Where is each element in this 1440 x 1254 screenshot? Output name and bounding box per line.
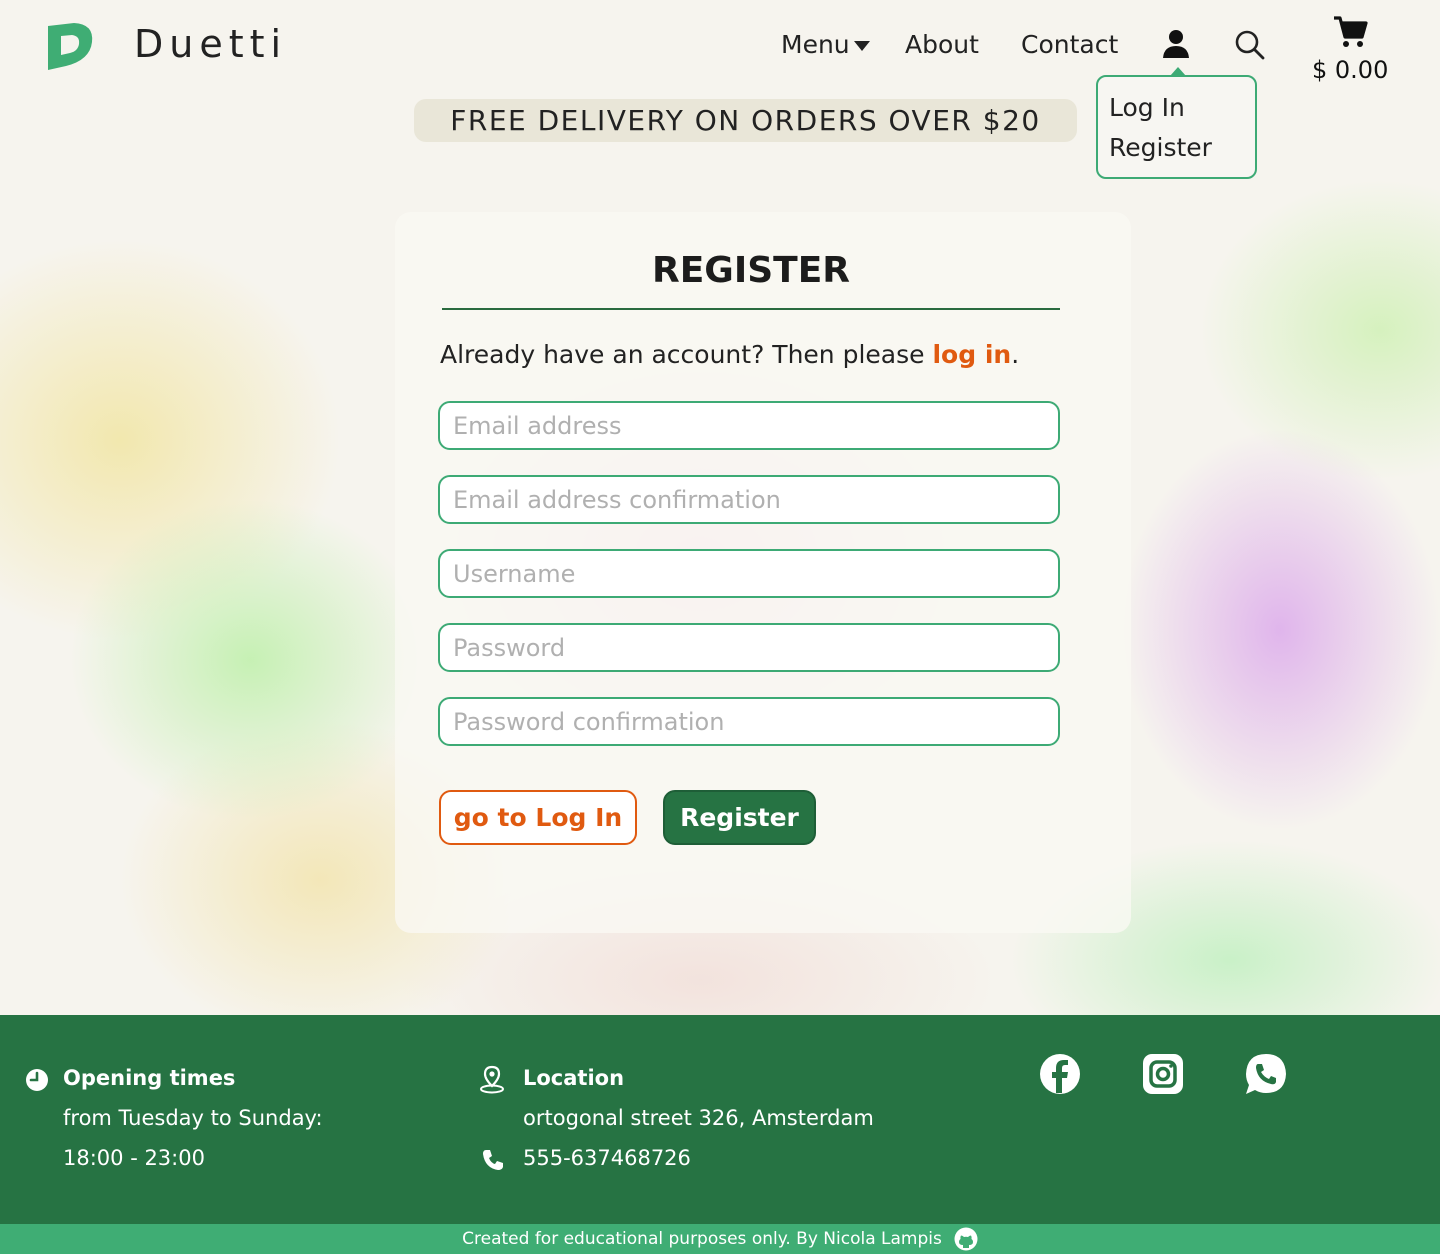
opening-days: from Tuesday to Sunday: — [63, 1106, 323, 1130]
search-icon[interactable] — [1234, 29, 1266, 61]
location-pin-icon — [480, 1065, 504, 1094]
nav-menu-label: Menu — [781, 30, 850, 59]
username-field[interactable] — [438, 549, 1060, 598]
credit-text: Created for educational purposes only. B… — [462, 1229, 942, 1249]
location-title: Location — [523, 1066, 625, 1090]
facebook-icon[interactable] — [1039, 1053, 1081, 1095]
instagram-icon[interactable] — [1142, 1053, 1184, 1095]
phone-number[interactable]: 555-637468726 — [523, 1146, 691, 1170]
cart-total[interactable]: $ 0.00 — [1312, 56, 1388, 84]
register-button[interactable]: Register — [663, 790, 816, 845]
caret-down-icon — [853, 40, 870, 51]
email-confirmation-field[interactable] — [438, 475, 1060, 524]
cart-icon[interactable] — [1332, 14, 1368, 50]
phone-icon — [483, 1150, 503, 1170]
free-delivery-banner: FREE DELIVERY ON ORDERS OVER $20 — [414, 99, 1077, 142]
duetti-logo-icon[interactable] — [44, 20, 96, 72]
dropdown-register-link[interactable]: Register — [1109, 133, 1212, 162]
user-dropdown: Log In Register — [1096, 67, 1257, 179]
password-confirmation-field[interactable] — [438, 697, 1060, 746]
opening-times-title: Opening times — [63, 1066, 236, 1090]
footer: Opening times from Tuesday to Sunday: 18… — [0, 1015, 1440, 1224]
page-title: REGISTER — [651, 250, 851, 291]
email-field[interactable] — [438, 401, 1060, 450]
user-icon[interactable] — [1161, 28, 1191, 60]
go-to-login-button[interactable]: go to Log In — [439, 790, 637, 845]
title-divider — [442, 308, 1060, 310]
already-account-text: Already have an account? Then please log… — [440, 340, 1019, 369]
clock-icon — [26, 1069, 48, 1091]
opening-hours: 18:00 - 23:00 — [63, 1146, 205, 1170]
already-account-label: Already have an account? Then please — [440, 340, 933, 369]
address: ortogonal street 326, Amsterdam — [523, 1106, 874, 1130]
login-link[interactable]: log in — [932, 340, 1011, 369]
brand-name[interactable]: Duetti — [134, 22, 287, 66]
credit-bar: Created for educational purposes only. B… — [0, 1224, 1440, 1254]
nav-contact[interactable]: Contact — [1021, 30, 1118, 59]
nav-about[interactable]: About — [905, 30, 979, 59]
nav-menu[interactable]: Menu — [781, 30, 870, 59]
whatsapp-icon[interactable] — [1245, 1053, 1287, 1095]
sentence-period: . — [1011, 340, 1020, 369]
github-icon[interactable] — [954, 1227, 978, 1251]
password-field[interactable] — [438, 623, 1060, 672]
dropdown-login-link[interactable]: Log In — [1109, 93, 1185, 122]
